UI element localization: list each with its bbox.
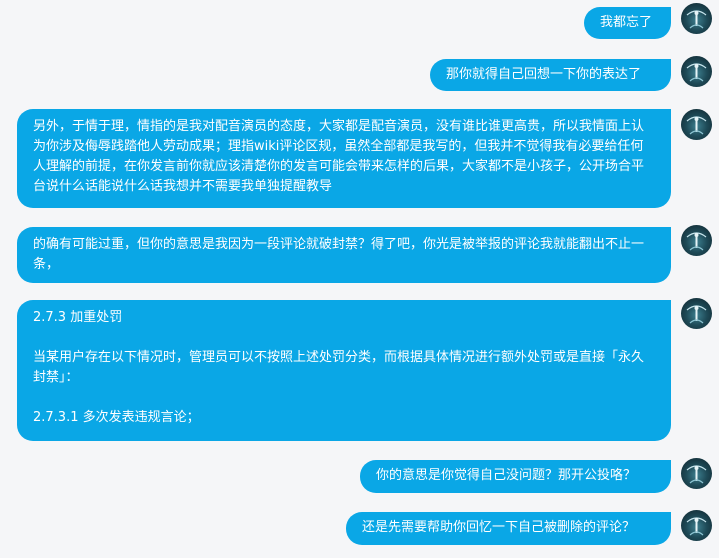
message-bubble[interactable]: 的确有可能过重，但你的意思是我因为一段评论就破封禁？得了吧，你光是被举报的评论我… bbox=[17, 227, 671, 283]
message-bubble[interactable]: 你的意思是你觉得自己没问题？那开公投咯？ bbox=[360, 460, 671, 493]
user-avatar-icon[interactable] bbox=[681, 109, 712, 140]
message-bubble[interactable]: 我都忘了 bbox=[584, 7, 671, 39]
message-row: 2.7.3 加重处罚 当某用户存在以下情况时，管理员可以不按照上述处罚分类，而根… bbox=[0, 298, 719, 446]
message-row: 还是先需要帮助你回忆一下自己被删除的评论？ bbox=[0, 510, 719, 550]
message-row: 那你就得自己回想一下你的表达了 bbox=[0, 56, 719, 96]
message-row: 我都忘了 bbox=[0, 3, 719, 43]
user-avatar-icon[interactable] bbox=[681, 458, 712, 489]
user-avatar-icon[interactable] bbox=[681, 298, 712, 329]
message-bubble[interactable]: 2.7.3 加重处罚 当某用户存在以下情况时，管理员可以不按照上述处罚分类，而根… bbox=[17, 300, 671, 441]
message-row: 的确有可能过重，但你的意思是我因为一段评论就破封禁？得了吧，你光是被举报的评论我… bbox=[0, 225, 719, 289]
user-avatar-icon[interactable] bbox=[681, 225, 712, 256]
chat-window: 我都忘了 那你就得自己回想一下你的表达了 另外，于情于理，情指的是我对配音演员的… bbox=[0, 0, 719, 558]
message-bubble[interactable]: 那你就得自己回想一下你的表达了 bbox=[430, 59, 671, 91]
user-avatar-icon[interactable] bbox=[681, 56, 712, 87]
message-bubble[interactable]: 还是先需要帮助你回忆一下自己被删除的评论？ bbox=[346, 512, 671, 545]
user-avatar-icon[interactable] bbox=[681, 510, 712, 541]
user-avatar-icon[interactable] bbox=[681, 3, 712, 34]
message-bubble[interactable]: 另外，于情于理，情指的是我对配音演员的态度，大家都是配音演员，没有谁比谁更高贵，… bbox=[17, 109, 671, 208]
message-row: 你的意思是你觉得自己没问题？那开公投咯？ bbox=[0, 458, 719, 498]
message-row: 另外，于情于理，情指的是我对配音演员的态度，大家都是配音演员，没有谁比谁更高贵，… bbox=[0, 109, 719, 213]
